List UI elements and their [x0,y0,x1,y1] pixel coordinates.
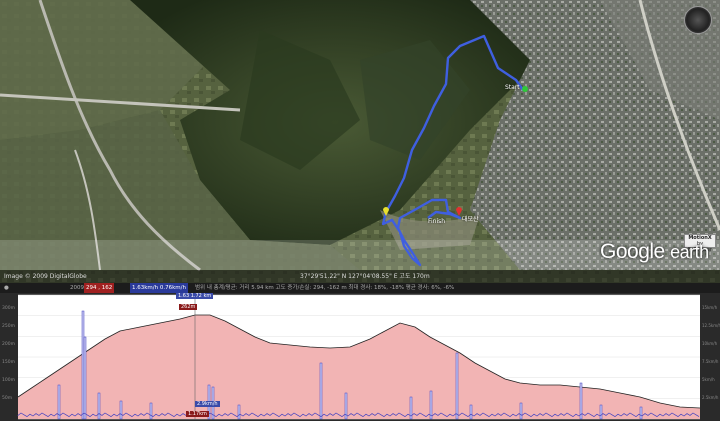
elevation-profile-panel[interactable]: ● 2009 294 , 162 1.63km/h 0.76km/h 범위 내 … [0,283,720,421]
speed-bar [455,352,459,420]
status-year: 2009 [70,285,84,291]
place-label: 대모산 [462,216,479,223]
range-summary: 범위 내 총계/평균: 거리 5.94 km 고도 증가/손실: 294, -1… [195,285,455,291]
speed-bar [119,400,123,420]
y-right-tick: 10km/h [702,341,718,346]
speed-bar [57,384,61,420]
logo-earth-text: earth [670,242,709,262]
cursor-top-label: 1.63 1.72 km [176,293,214,299]
speed-badge: 1.63km/h 0.76km/h [130,283,189,293]
speed-bar [599,404,603,420]
speed-bar [319,362,323,420]
logo-google-text: Google [600,240,665,263]
speed-bar [237,404,241,420]
speed-bar [81,310,85,420]
elevation-badge: 294 , 162 [84,283,115,293]
satellite-map[interactable]: Start Finish 대모산 MotionX by Fullpower Go… [0,0,720,283]
y-right-tick: 5km/h [702,377,715,382]
y-right-tick: 15km/h [702,305,718,310]
compass-icon[interactable] [684,6,712,34]
status-indicator: ● [4,285,9,291]
y-left-tick: 100m [2,377,15,383]
google-earth-logo: Google earth [600,240,709,264]
profile-stats-row: ● 2009 294 , 162 1.63km/h 0.76km/h 범위 내 … [0,283,720,293]
y-right-tick: 2.5km/h [702,395,719,400]
elevation-chart[interactable]: 300m 250m 200m 150m 100m 50m 15km/h 12.5km/h 10… [0,293,720,421]
y-left-tick: 150m [2,359,15,365]
speed-bar [149,402,153,420]
finish-label: Finish [428,218,446,225]
speed-bar [519,402,523,420]
speed-bar [469,404,473,420]
start-marker[interactable] [522,86,528,92]
start-label: Start [505,84,520,91]
y-right-tick: 7.5km/h [702,359,719,364]
speed-bar [83,336,87,420]
speed-bar [97,392,101,420]
map-status-bar: Image © 2009 DigitalGlobe 37°29'51.22" N… [0,270,720,283]
y-left-tick: 200m [2,341,15,347]
y-right-tick: 12.5km/h [702,323,720,328]
speed-marker-label: 2.9km/h [195,401,220,407]
cursor-bottom-label: 1.17km [186,411,209,417]
y-left-tick: 250m [2,323,15,329]
cursor-value-label: 262m [179,304,198,310]
speed-bar [639,406,643,420]
y-left-tick: 50m [2,395,12,401]
map-coordinates: 37°29'51.22" N 127°04'08.55" E 고도 170m [300,273,430,280]
map-attribution: Image © 2009 DigitalGlobe [4,273,87,280]
y-left-tick: 300m [2,305,15,311]
